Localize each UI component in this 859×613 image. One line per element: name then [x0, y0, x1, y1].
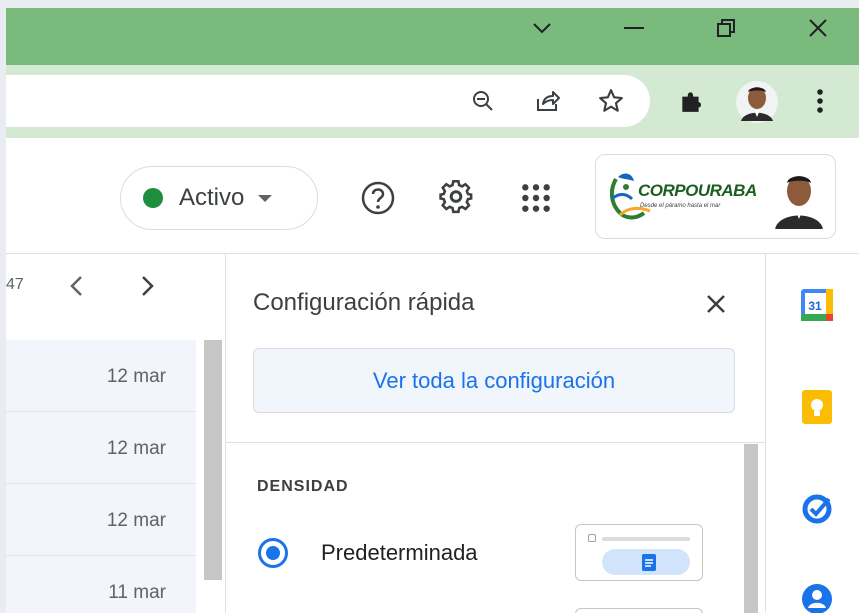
profile-avatar — [736, 81, 778, 123]
preview-line — [602, 537, 690, 541]
contacts-icon — [802, 584, 832, 613]
star-icon — [599, 89, 623, 112]
scrollbar-thumb[interactable] — [204, 340, 222, 580]
contacts-app-button[interactable] — [800, 582, 834, 613]
bookmark-button[interactable] — [593, 83, 629, 119]
apps-button[interactable] — [514, 176, 558, 220]
newer-button[interactable] — [58, 268, 94, 304]
gmail-header: Activo CORPOURABA Desde el páramo hasta … — [6, 138, 859, 254]
logo-tagline: Desde el páramo hasta el mar — [640, 203, 721, 209]
density-section-label: DENSIDAD — [257, 478, 349, 495]
side-apps-bar: 31 — [765, 254, 859, 613]
help-icon — [361, 181, 395, 215]
chevron-down-icon — [533, 23, 551, 34]
profile-button[interactable] — [736, 81, 778, 123]
gmail-page: Activo CORPOURABA Desde el páramo hasta … — [6, 138, 859, 613]
preview-checkbox — [588, 534, 596, 542]
calendar-icon: 31 — [801, 289, 833, 321]
status-dot — [143, 188, 163, 208]
settings-button[interactable] — [434, 176, 478, 220]
restore-icon — [717, 19, 735, 37]
settings-icon — [439, 180, 473, 214]
extensions-button[interactable] — [673, 83, 709, 119]
restore-button[interactable] — [696, 8, 756, 48]
preview-attachment-chip — [602, 549, 690, 575]
browser-toolbar — [6, 65, 859, 138]
browser-titlebar — [6, 8, 859, 65]
quick-settings-panel: Configuración rápida Ver toda la configu… — [225, 254, 765, 613]
density-default-radio[interactable] — [258, 538, 288, 568]
account-photo-icon — [771, 167, 827, 229]
mail-list-scrollbar[interactable] — [204, 340, 222, 613]
keep-icon — [802, 390, 832, 424]
caret-down-icon — [258, 194, 273, 202]
account-avatar — [771, 167, 827, 229]
more-vert-icon — [817, 89, 823, 113]
close-panel-button[interactable] — [696, 284, 736, 324]
share-icon — [537, 91, 560, 111]
density-option-label[interactable]: Predeterminada — [321, 540, 478, 566]
mail-rows: 12 mar 12 mar 12 mar 11 mar — [6, 340, 196, 613]
account-switcher[interactable]: CORPOURABA Desde el páramo hasta el mar — [595, 154, 836, 239]
document-icon — [642, 554, 656, 571]
row-date: 12 mar — [106, 366, 166, 387]
radio-selected-dot — [266, 546, 280, 560]
logo-text: CORPOURABA — [638, 181, 757, 200]
chevron-left-icon — [70, 276, 82, 296]
tasks-icon — [802, 494, 832, 524]
table-row[interactable]: 12 mar — [6, 412, 196, 484]
apps-grid-icon — [522, 184, 550, 212]
keep-app-button[interactable] — [800, 390, 834, 424]
zoom-out-button[interactable] — [465, 83, 501, 119]
pagination-count: 47 — [6, 276, 24, 293]
zoom-out-icon — [473, 91, 493, 111]
close-icon — [809, 19, 827, 37]
row-date: 11 mar — [108, 582, 166, 603]
calendar-day: 31 — [808, 299, 822, 313]
help-button[interactable] — [356, 176, 400, 220]
mail-list: 47 12 mar 12 mar 12 mar 11 mar — [6, 254, 225, 613]
minimize-button[interactable] — [604, 8, 664, 48]
address-bar[interactable] — [6, 75, 650, 127]
status-label: Activo — [179, 184, 245, 211]
older-button[interactable] — [130, 268, 166, 304]
row-date: 12 mar — [106, 510, 166, 531]
status-selector[interactable]: Activo — [120, 166, 318, 230]
share-button[interactable] — [530, 83, 566, 119]
divider — [226, 442, 765, 443]
browser-menu-button[interactable] — [802, 83, 838, 119]
chevron-right-icon — [142, 276, 154, 296]
panel-scrollbar[interactable] — [744, 444, 758, 613]
minimize-icon — [624, 27, 644, 29]
tab-search-button[interactable] — [512, 8, 572, 48]
close-icon — [707, 295, 725, 313]
density-preview[interactable] — [575, 524, 703, 581]
table-row[interactable]: 12 mar — [6, 484, 196, 556]
density-preview-next[interactable] — [575, 608, 703, 613]
row-date: 12 mar — [106, 438, 166, 459]
tasks-app-button[interactable] — [800, 492, 834, 526]
close-window-button[interactable] — [788, 8, 848, 48]
see-all-settings-button[interactable]: Ver toda la configuración — [253, 348, 735, 413]
calendar-app-button[interactable]: 31 — [800, 288, 834, 322]
panel-title: Configuración rápida — [253, 289, 475, 316]
puzzle-icon — [682, 92, 702, 112]
table-row[interactable]: 12 mar — [6, 340, 196, 412]
table-row[interactable]: 11 mar — [6, 556, 196, 613]
